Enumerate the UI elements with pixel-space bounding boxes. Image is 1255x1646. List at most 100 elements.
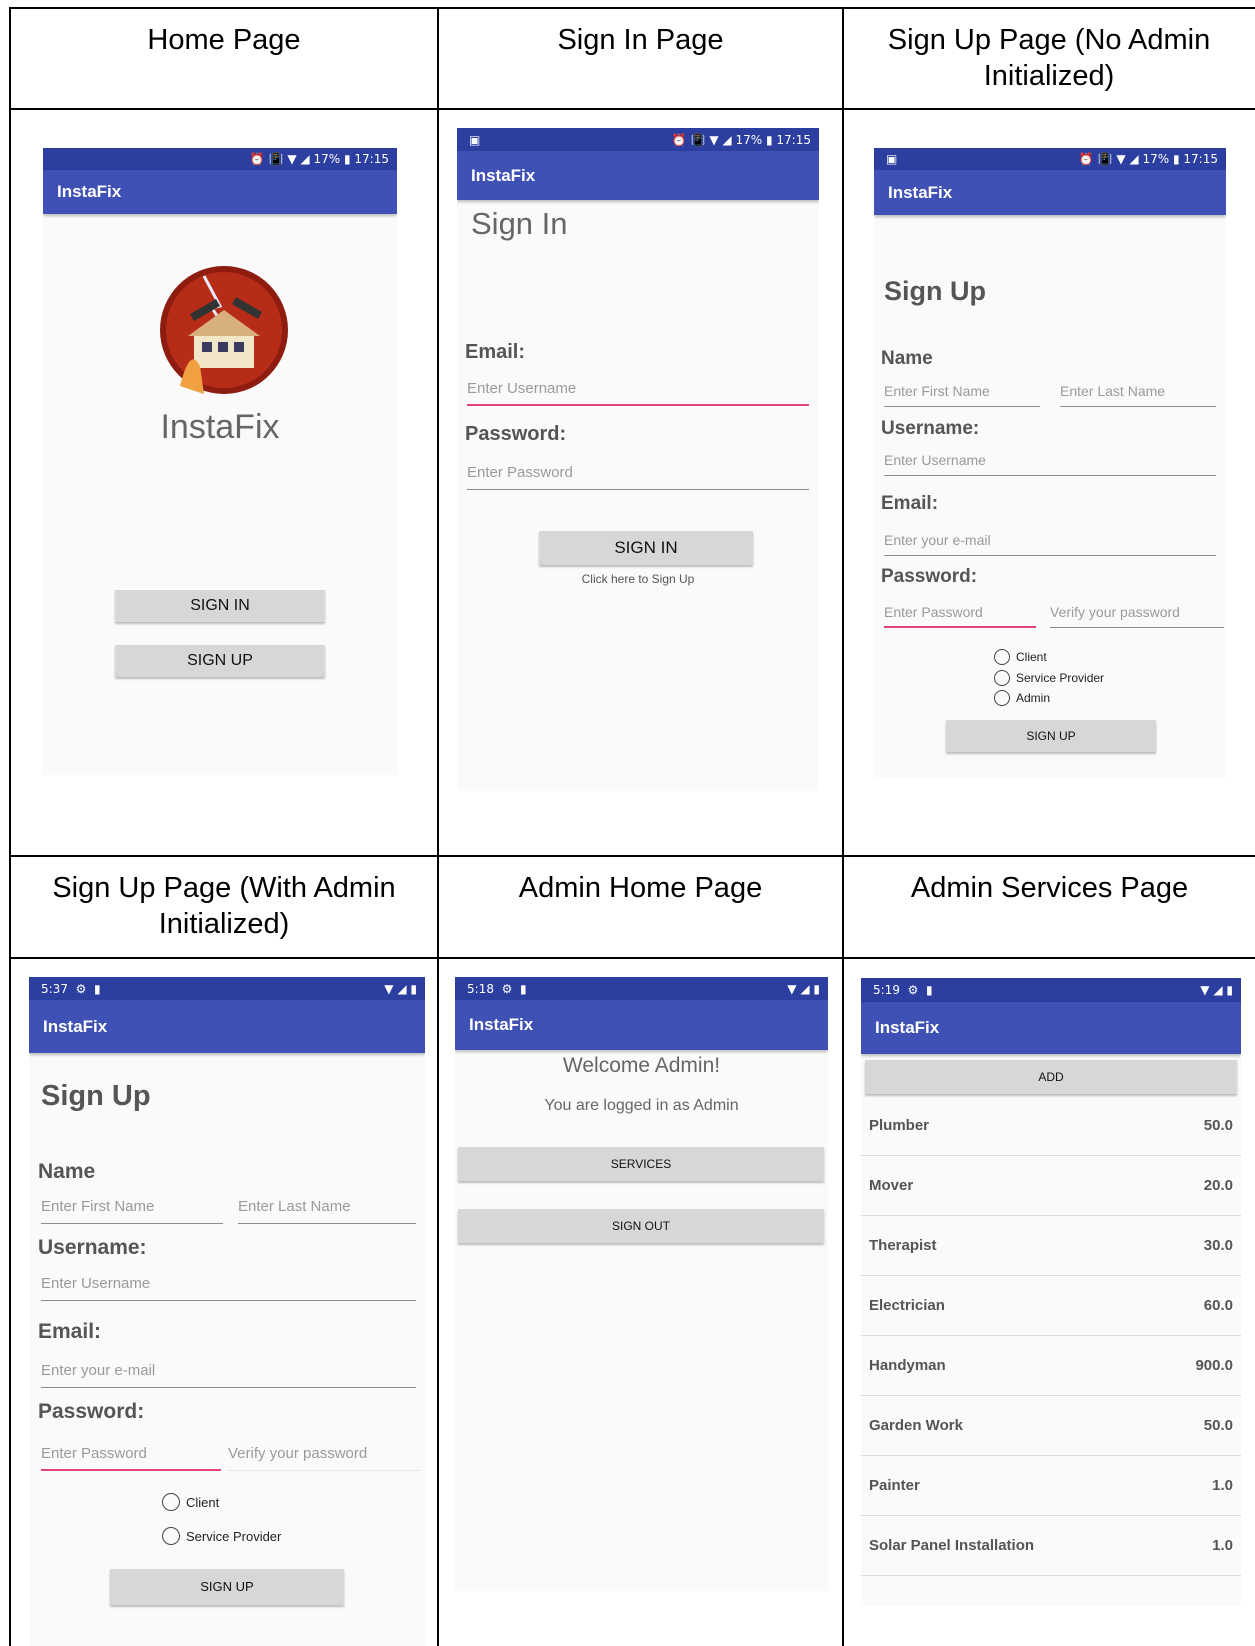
list-item[interactable]: Garden Work 50.0 <box>861 1396 1241 1456</box>
password-input[interactable]: Enter Password <box>884 604 1036 628</box>
clock: 5:18 <box>467 981 494 996</box>
password-input[interactable]: Enter Password <box>467 464 809 490</box>
sign-up-admin-screen: 5:37 ⚙ ▮ ▼ ◢ ▮ InstaFix Sign Up Name Ent… <box>29 977 425 1646</box>
email-input[interactable]: Enter your e-mail <box>884 532 1216 556</box>
sign-up-button[interactable]: SIGN UP <box>110 1569 344 1605</box>
client-radio-label: Client <box>1016 650 1047 664</box>
sign-up-link[interactable]: Click here to Sign Up <box>457 572 819 586</box>
username-input[interactable]: Enter Username <box>884 452 1216 476</box>
last-name-input[interactable]: Enter Last Name <box>238 1198 416 1224</box>
caption-sign-in: Sign In Page <box>557 24 724 56</box>
signal-icon: ◢ <box>300 152 310 166</box>
signal-icon: ◢ <box>800 981 810 996</box>
clock: 17:15 <box>1183 152 1218 166</box>
list-item[interactable]: Therapist 30.0 <box>861 1216 1241 1276</box>
service-name: Garden Work <box>869 1417 963 1434</box>
signal-icon: ◢ <box>397 981 407 996</box>
client-radio[interactable]: Client <box>162 1493 219 1511</box>
vibrate-icon: 📳 <box>1097 152 1113 166</box>
app-title: InstaFix <box>57 182 122 201</box>
service-price: 50.0 <box>1203 1417 1233 1434</box>
battery-text: 17% <box>1142 152 1170 166</box>
add-service-button[interactable]: ADD <box>865 1060 1237 1094</box>
app-bar: InstaFix <box>874 170 1226 215</box>
last-name-input[interactable]: Enter Last Name <box>1060 383 1216 407</box>
caption-admin-services: Admin Services Page <box>910 872 1189 904</box>
app-bar: InstaFix <box>43 170 397 214</box>
client-radio[interactable]: Client <box>994 649 1047 665</box>
password-label: Password: <box>38 1400 145 1423</box>
app-bar: InstaFix <box>29 1000 425 1053</box>
service-name: Painter <box>869 1477 920 1494</box>
service-provider-radio[interactable]: Service Provider <box>994 670 1104 686</box>
wifi-icon: ▼ <box>287 152 297 166</box>
email-input[interactable]: Enter your e-mail <box>41 1362 416 1388</box>
admin-services-screen: 5:19 ⚙ ▮ ▼ ◢ ▮ InstaFix ADD Plumber 50.0… <box>861 978 1241 1606</box>
list-item[interactable]: Mover 20.0 <box>861 1156 1241 1216</box>
email-label: Email: <box>881 493 939 514</box>
list-item[interactable]: Plumber 50.0 <box>861 1096 1241 1156</box>
sign-in-button[interactable]: SIGN IN <box>539 531 753 565</box>
app-logo <box>160 266 288 394</box>
email-label: Email: <box>38 1320 102 1343</box>
first-name-input[interactable]: Enter First Name <box>41 1198 223 1224</box>
admin-radio-label: Admin <box>1016 691 1051 705</box>
sign-up-button[interactable]: SIGN UP <box>115 645 325 677</box>
status-bar: 5:37 ⚙ ▮ ▼ ◢ ▮ <box>29 977 425 1000</box>
username-label: Username: <box>38 1236 147 1259</box>
first-name-input[interactable]: Enter First Name <box>884 383 1040 407</box>
sd-card-icon: ▮ <box>516 981 527 996</box>
home-screen: ⏰ 📳 ▼ ◢ 17% ▮ 17:15 InstaFix InstaFix SI… <box>43 148 397 775</box>
client-radio-label: Client <box>186 1494 220 1510</box>
caption-admin-home: Admin Home Page <box>518 872 763 904</box>
wifi-icon: ▼ <box>709 132 719 147</box>
verify-password-input[interactable]: Verify your password <box>228 1445 420 1471</box>
table-border <box>842 7 844 1646</box>
welcome-heading: Welcome Admin! <box>562 1054 721 1077</box>
alarm-icon: ⏰ <box>249 152 265 166</box>
service-name: Plumber <box>869 1117 930 1134</box>
wifi-icon: ▼ <box>787 981 797 996</box>
service-price: 60.0 <box>1203 1297 1233 1314</box>
service-price: 900.0 <box>1195 1357 1233 1374</box>
settings-icon: ⚙ <box>903 983 919 997</box>
admin-home-screen: 5:18 ⚙ ▮ ▼ ◢ ▮ InstaFix Welcome Admin! Y… <box>455 977 828 1591</box>
sign-up-button[interactable]: SIGN UP <box>946 720 1156 752</box>
settings-icon: ⚙ <box>497 981 513 996</box>
battery-icon: ▮ <box>765 132 773 147</box>
service-provider-radio-label: Service Provider <box>186 1528 282 1544</box>
name-label: Name <box>881 348 933 369</box>
app-name: InstaFix <box>160 408 280 446</box>
vibrate-icon: 📳 <box>690 132 706 147</box>
table-border <box>10 108 1255 110</box>
logged-in-text: You are logged in as Admin <box>544 1097 739 1114</box>
email-label: Email: <box>465 341 526 363</box>
password-input[interactable]: Enter Password <box>41 1445 221 1471</box>
clock: 5:19 <box>873 983 900 997</box>
username-input[interactable]: Enter Username <box>41 1275 416 1301</box>
settings-icon: ⚙ <box>71 981 87 996</box>
email-input[interactable]: Enter Username <box>467 380 809 406</box>
service-provider-radio[interactable]: Service Provider <box>162 1527 281 1545</box>
service-provider-radio-label: Service Provider <box>1016 671 1105 685</box>
sign-in-button[interactable]: SIGN IN <box>115 590 325 622</box>
status-bar: ⏰ 📳 ▼ ◢ 17% ▮ 17:15 <box>43 148 397 170</box>
services-button[interactable]: SERVICES <box>458 1147 824 1181</box>
clock: 5:37 <box>41 981 68 996</box>
service-name: Therapist <box>869 1237 937 1254</box>
caption-home: Home Page <box>147 24 301 56</box>
status-bar: 5:18 ⚙ ▮ ▼ ◢ ▮ <box>455 977 828 1000</box>
list-item[interactable]: Solar Panel Installation 1.0 <box>861 1516 1241 1576</box>
admin-radio[interactable]: Admin <box>994 690 1050 706</box>
wifi-icon: ▼ <box>1200 983 1210 997</box>
app-title: InstaFix <box>469 1015 534 1034</box>
service-price: 1.0 <box>1212 1477 1233 1494</box>
verify-password-input[interactable]: Verify your password <box>1050 604 1224 628</box>
list-item[interactable]: Handyman 900.0 <box>861 1336 1241 1396</box>
list-item[interactable]: Electrician 60.0 <box>861 1276 1241 1336</box>
status-bar: ▣ ⏰ 📳 ▼ ◢ 17% ▮ 17:15 <box>457 128 819 151</box>
alarm-icon: ⏰ <box>1078 152 1094 166</box>
sign-out-button[interactable]: SIGN OUT <box>458 1209 824 1243</box>
list-item[interactable]: Painter 1.0 <box>861 1456 1241 1516</box>
page-title: Sign Up <box>884 276 986 306</box>
